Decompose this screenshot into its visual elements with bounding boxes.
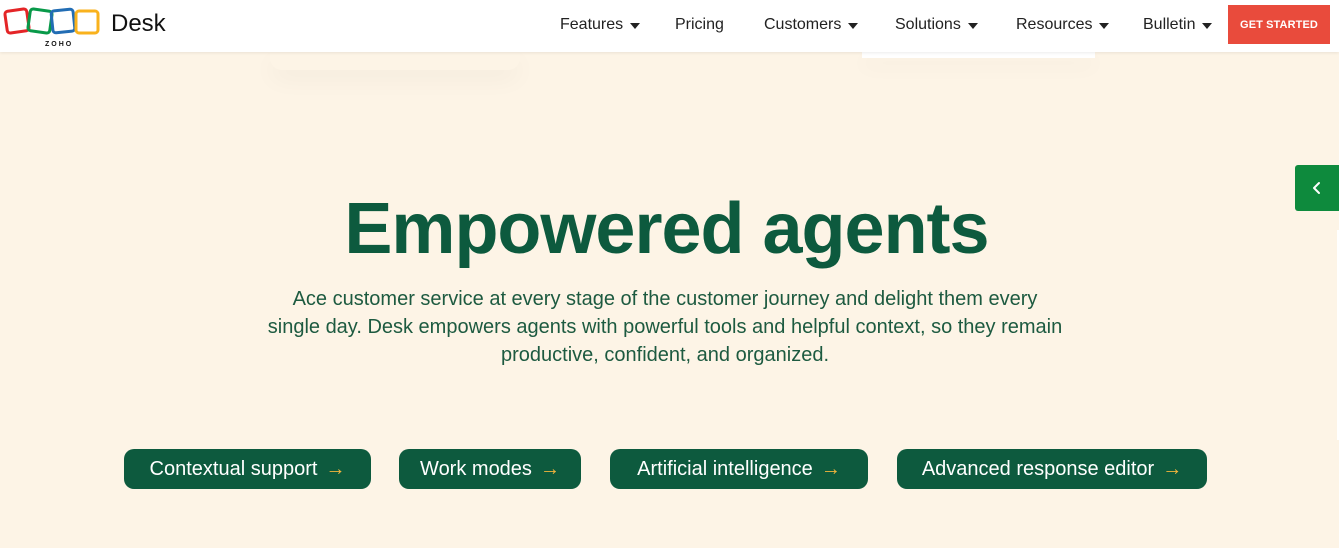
logo-wordmark: ZOHO (45, 41, 73, 48)
caret-down-icon (848, 23, 859, 29)
nav-solutions[interactable]: Solutions (895, 16, 978, 34)
nav-features[interactable]: Features (560, 16, 641, 34)
nav-bulletin[interactable]: Bulletin (1143, 16, 1213, 34)
nav-pricing[interactable]: Pricing (675, 16, 724, 34)
nav-resources[interactable]: Resources (1016, 16, 1110, 34)
nav-resources-label: Resources (1016, 16, 1093, 33)
brand-name[interactable]: Desk (111, 10, 166, 38)
work-modes-button[interactable]: Work modes → (399, 449, 581, 489)
pill-label: Advanced response editor (921, 457, 1155, 480)
nav-pricing-label: Pricing (675, 16, 724, 33)
caret-down-icon (967, 23, 978, 29)
pill-label: Artificial intelligence (637, 457, 813, 480)
get-started-button[interactable]: GET STARTED (1228, 5, 1330, 44)
caret-down-icon (1099, 23, 1110, 29)
artificial-intelligence-button[interactable]: Artificial intelligence → (610, 449, 868, 489)
nav-bulletin-label: Bulletin (1143, 16, 1196, 33)
pill-label: Work modes (420, 457, 532, 480)
nav-solutions-label: Solutions (895, 16, 961, 33)
nav-customers-label: Customers (764, 16, 842, 33)
nav-features-label: Features (560, 16, 624, 33)
hero-description: Ace customer service at every stage of t… (267, 288, 1063, 366)
top-navigation-bar: ZOHO Desk Features Pricing Customers Sol… (0, 0, 1339, 52)
zoho-logo[interactable]: ZOHO (3, 4, 103, 48)
contextual-support-button[interactable]: Contextual support → (124, 449, 371, 489)
arrow-right-icon: → (820, 457, 841, 480)
caret-down-icon (1202, 23, 1213, 29)
arrow-right-icon: → (539, 457, 560, 480)
caret-down-icon (630, 23, 641, 29)
decorative-card (862, 52, 1095, 58)
pill-label: Contextual support (149, 457, 318, 480)
hero-title: Empowered agents (344, 189, 989, 269)
decorative-shadow (270, 52, 520, 70)
nav-customers[interactable]: Customers (764, 16, 859, 34)
advanced-response-editor-button[interactable]: Advanced response editor → (897, 449, 1207, 489)
arrow-right-icon: → (325, 457, 346, 480)
arrow-right-icon: → (1162, 457, 1183, 480)
